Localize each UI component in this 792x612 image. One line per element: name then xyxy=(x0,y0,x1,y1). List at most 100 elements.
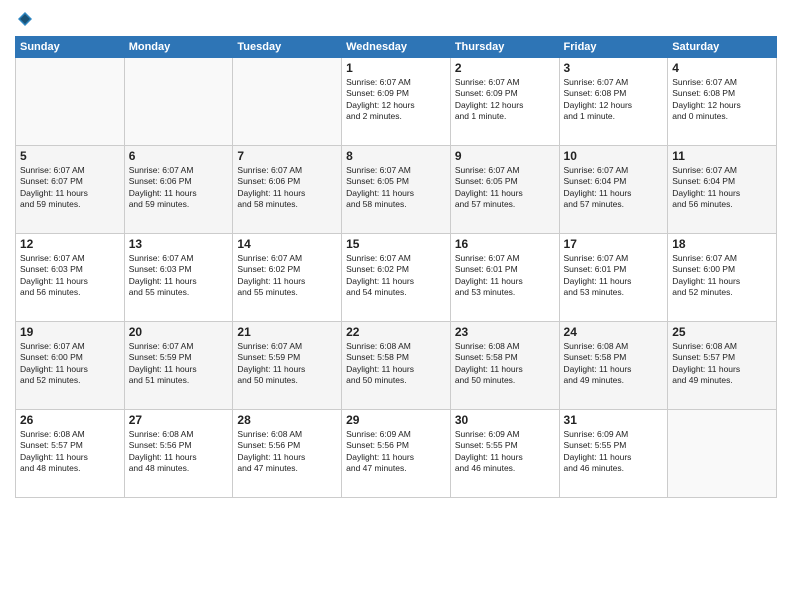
calendar-day-cell: 16Sunrise: 6:07 AM Sunset: 6:01 PM Dayli… xyxy=(450,234,559,322)
day-number: 19 xyxy=(20,325,120,339)
day-number: 23 xyxy=(455,325,555,339)
calendar-header-row: SundayMondayTuesdayWednesdayThursdayFrid… xyxy=(16,37,777,58)
weekday-header: Wednesday xyxy=(342,37,451,58)
calendar-day-cell: 27 Sunrise: 6:08 AM Sunset: 5:56 PM Dayli… xyxy=(124,410,233,498)
day-number: 30 xyxy=(455,413,555,427)
day-info: Sunrise: 6:08 AM Sunset: 5:58 PM Dayligh… xyxy=(564,341,664,387)
day-number: 31 xyxy=(564,413,664,427)
calendar-table: SundayMondayTuesdayWednesdayThursdayFrid… xyxy=(15,36,777,498)
day-info: Sunrise: 6:07 AM Sunset: 6:02 PM Dayligh… xyxy=(237,253,337,299)
calendar-day-cell: 18Sunrise: 6:07 AM Sunset: 6:00 PM Dayli… xyxy=(668,234,777,322)
day-number: 3 xyxy=(564,61,664,75)
calendar-day-cell: 26Sunrise: 6:08 AM Sunset: 5:57 PM Dayli… xyxy=(16,410,125,498)
day-number: 17 xyxy=(564,237,664,251)
day-number: 9 xyxy=(455,149,555,163)
day-info: Sunrise: 6:08 AM Sunset: 5:58 PM Dayligh… xyxy=(346,341,446,387)
day-info: Sunrise: 6:07 AM Sunset: 6:04 PM Dayligh… xyxy=(564,165,664,211)
calendar-day-cell: 12 Sunrise: 6:07 AM Sunset: 6:03 PM Dayli… xyxy=(16,234,125,322)
day-number: 12 xyxy=(20,237,120,251)
calendar-day-cell: 28 Sunrise: 6:08 AM Sunset: 5:56 PM Dayli… xyxy=(233,410,342,498)
day-info: Sunrise: 6:07 AM Sunset: 6:04 PM Dayligh… xyxy=(672,165,772,211)
day-info: Sunrise: 6:07 AM Sunset: 6:02 PM Dayligh… xyxy=(346,253,446,299)
day-number: 8 xyxy=(346,149,446,163)
day-number: 27 xyxy=(129,413,229,427)
calendar-day-cell: 21Sunrise: 6:07 AM Sunset: 5:59 PM Dayli… xyxy=(233,322,342,410)
page-container: SundayMondayTuesdayWednesdayThursdayFrid… xyxy=(0,0,792,503)
day-number: 14 xyxy=(237,237,337,251)
day-info: Sunrise: 6:08 AM Sunset: 5:56 PM Dayligh… xyxy=(237,429,337,475)
day-number: 1 xyxy=(346,61,446,75)
logo xyxy=(15,10,34,28)
day-info: Sunrise: 6:07 AM Sunset: 6:05 PM Dayligh… xyxy=(455,165,555,211)
day-info: Sunrise: 6:07 AM Sunset: 6:09 PM Dayligh… xyxy=(455,77,555,123)
calendar-day-cell: 14 Sunrise: 6:07 AM Sunset: 6:02 PM Dayli… xyxy=(233,234,342,322)
calendar-week-row: 26Sunrise: 6:08 AM Sunset: 5:57 PM Dayli… xyxy=(16,410,777,498)
page-header xyxy=(15,10,777,28)
day-info: Sunrise: 6:07 AM Sunset: 6:03 PM Dayligh… xyxy=(20,253,120,299)
calendar-day-cell: 11 Sunrise: 6:07 AM Sunset: 6:04 PM Dayli… xyxy=(668,146,777,234)
day-info: Sunrise: 6:07 AM Sunset: 5:59 PM Dayligh… xyxy=(237,341,337,387)
day-info: Sunrise: 6:07 AM Sunset: 6:06 PM Dayligh… xyxy=(129,165,229,211)
day-info: Sunrise: 6:07 AM Sunset: 6:03 PM Dayligh… xyxy=(129,253,229,299)
calendar-day-cell: 20Sunrise: 6:07 AM Sunset: 5:59 PM Dayli… xyxy=(124,322,233,410)
day-info: Sunrise: 6:08 AM Sunset: 5:57 PM Dayligh… xyxy=(672,341,772,387)
day-number: 11 xyxy=(672,149,772,163)
day-number: 22 xyxy=(346,325,446,339)
calendar-day-cell: 15 Sunrise: 6:07 AM Sunset: 6:02 PM Dayli… xyxy=(342,234,451,322)
day-info: Sunrise: 6:07 AM Sunset: 6:07 PM Dayligh… xyxy=(20,165,120,211)
logo-icon xyxy=(16,10,34,28)
calendar-day-cell: 23 Sunrise: 6:08 AM Sunset: 5:58 PM Dayli… xyxy=(450,322,559,410)
day-info: Sunrise: 6:07 AM Sunset: 6:00 PM Dayligh… xyxy=(672,253,772,299)
calendar-day-cell: 5 Sunrise: 6:07 AM Sunset: 6:07 PM Daylig… xyxy=(16,146,125,234)
day-number: 10 xyxy=(564,149,664,163)
weekday-header: Tuesday xyxy=(233,37,342,58)
day-number: 16 xyxy=(455,237,555,251)
weekday-header: Friday xyxy=(559,37,668,58)
calendar-day-cell xyxy=(668,410,777,498)
calendar-week-row: 5 Sunrise: 6:07 AM Sunset: 6:07 PM Daylig… xyxy=(16,146,777,234)
calendar-day-cell: 10 Sunrise: 6:07 AM Sunset: 6:04 PM Dayli… xyxy=(559,146,668,234)
calendar-day-cell: 9 Sunrise: 6:07 AM Sunset: 6:05 PM Daylig… xyxy=(450,146,559,234)
calendar-week-row: 12 Sunrise: 6:07 AM Sunset: 6:03 PM Dayli… xyxy=(16,234,777,322)
day-info: Sunrise: 6:07 AM Sunset: 6:01 PM Dayligh… xyxy=(564,253,664,299)
day-number: 26 xyxy=(20,413,120,427)
calendar-day-cell: 22 Sunrise: 6:08 AM Sunset: 5:58 PM Dayli… xyxy=(342,322,451,410)
calendar-day-cell: 24 Sunrise: 6:08 AM Sunset: 5:58 PM Dayli… xyxy=(559,322,668,410)
calendar-day-cell: 3Sunrise: 6:07 AM Sunset: 6:08 PM Daylig… xyxy=(559,58,668,146)
day-number: 7 xyxy=(237,149,337,163)
weekday-header: Saturday xyxy=(668,37,777,58)
day-info: Sunrise: 6:09 AM Sunset: 5:56 PM Dayligh… xyxy=(346,429,446,475)
weekday-header: Thursday xyxy=(450,37,559,58)
day-number: 28 xyxy=(237,413,337,427)
weekday-header: Monday xyxy=(124,37,233,58)
day-info: Sunrise: 6:08 AM Sunset: 5:58 PM Dayligh… xyxy=(455,341,555,387)
calendar-day-cell: 6Sunrise: 6:07 AM Sunset: 6:06 PM Daylig… xyxy=(124,146,233,234)
day-info: Sunrise: 6:07 AM Sunset: 6:06 PM Dayligh… xyxy=(237,165,337,211)
day-number: 20 xyxy=(129,325,229,339)
day-number: 2 xyxy=(455,61,555,75)
day-info: Sunrise: 6:09 AM Sunset: 5:55 PM Dayligh… xyxy=(455,429,555,475)
calendar-week-row: 19 Sunrise: 6:07 AM Sunset: 6:00 PM Dayli… xyxy=(16,322,777,410)
calendar-day-cell xyxy=(233,58,342,146)
calendar-week-row: 1 Sunrise: 6:07 AM Sunset: 6:09 PM Daylig… xyxy=(16,58,777,146)
day-info: Sunrise: 6:07 AM Sunset: 6:09 PM Dayligh… xyxy=(346,77,446,123)
day-info: Sunrise: 6:08 AM Sunset: 5:56 PM Dayligh… xyxy=(129,429,229,475)
calendar-day-cell xyxy=(16,58,125,146)
calendar-day-cell: 1 Sunrise: 6:07 AM Sunset: 6:09 PM Daylig… xyxy=(342,58,451,146)
day-number: 24 xyxy=(564,325,664,339)
day-number: 5 xyxy=(20,149,120,163)
day-number: 13 xyxy=(129,237,229,251)
day-number: 4 xyxy=(672,61,772,75)
calendar-day-cell xyxy=(124,58,233,146)
calendar-day-cell: 7 Sunrise: 6:07 AM Sunset: 6:06 PM Daylig… xyxy=(233,146,342,234)
weekday-header: Sunday xyxy=(16,37,125,58)
calendar-day-cell: 2 Sunrise: 6:07 AM Sunset: 6:09 PM Daylig… xyxy=(450,58,559,146)
day-info: Sunrise: 6:07 AM Sunset: 6:08 PM Dayligh… xyxy=(672,77,772,123)
day-info: Sunrise: 6:09 AM Sunset: 5:55 PM Dayligh… xyxy=(564,429,664,475)
day-info: Sunrise: 6:07 AM Sunset: 6:00 PM Dayligh… xyxy=(20,341,120,387)
calendar-day-cell: 30 Sunrise: 6:09 AM Sunset: 5:55 PM Dayli… xyxy=(450,410,559,498)
day-number: 15 xyxy=(346,237,446,251)
calendar-day-cell: 19 Sunrise: 6:07 AM Sunset: 6:00 PM Dayli… xyxy=(16,322,125,410)
calendar-day-cell: 4 Sunrise: 6:07 AM Sunset: 6:08 PM Daylig… xyxy=(668,58,777,146)
day-number: 29 xyxy=(346,413,446,427)
